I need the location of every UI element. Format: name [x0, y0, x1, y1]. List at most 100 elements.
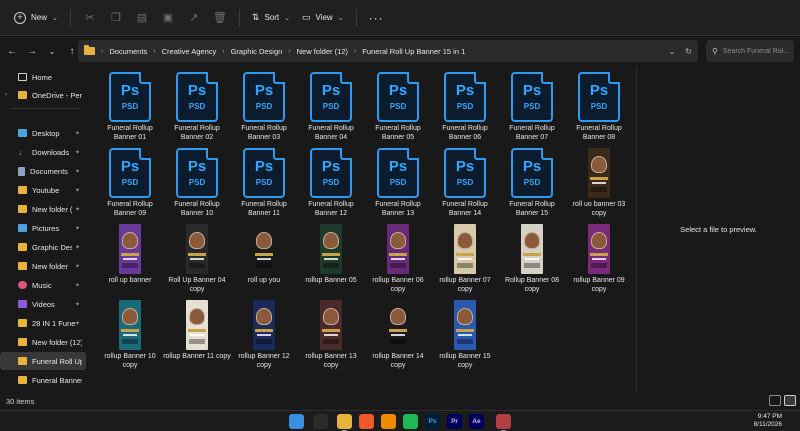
more-options-button[interactable]: ··· — [363, 6, 390, 30]
taskbar: 9:47 PM 8/11/2026 Ps Pr Ae — [0, 410, 800, 431]
details-view-button[interactable] — [769, 395, 781, 406]
sidebar-item-youtube[interactable]: Youtube ✦ — [0, 181, 86, 199]
file-item[interactable]: Ps PSD Funeral Rollup Banner 03 — [230, 70, 298, 146]
file-item[interactable]: Ps PSD Funeral Rollup Banner 13 — [364, 146, 432, 222]
vlc-icon[interactable] — [381, 414, 396, 429]
file-name: Funeral Rollup Banner 02 — [174, 125, 220, 141]
file-item[interactable]: Ps PSD Funeral Rollup Banner 07 — [498, 70, 566, 146]
sidebar-item-new-folder-12[interactable]: New folder (12) — [0, 333, 86, 351]
refresh-icon[interactable]: ↻ — [685, 47, 692, 56]
sidebar-item-funeral-banner[interactable]: Funeral Banner — [0, 371, 86, 389]
file-item[interactable]: roll up banner — [96, 222, 164, 298]
breadcrumb-new-folder-12[interactable]: New folder (12) — [297, 47, 348, 56]
view-button[interactable]: ▭ View ⌄ — [296, 6, 350, 30]
file-item[interactable]: rollup Banner 06 copy — [364, 222, 432, 298]
sidebar-item-funeral-roll-up[interactable]: Funeral Roll Up — [0, 352, 86, 370]
file-item[interactable]: rollup Banner 09 copy — [565, 222, 633, 298]
file-explorer-icon[interactable] — [337, 414, 352, 431]
file-name: Funeral Rollup Banner 13 — [375, 201, 421, 217]
breadcrumb-documents[interactable]: Documents — [109, 47, 147, 56]
file-item[interactable]: Ps PSD Funeral Rollup Banner 05 — [364, 70, 432, 146]
photoshop-icon[interactable]: Ps — [425, 414, 440, 429]
pin-icon: ✦ — [74, 282, 80, 289]
search-input[interactable] — [722, 47, 791, 55]
recent-dropdown[interactable]: ⌄ — [42, 40, 62, 62]
file-item[interactable]: rollup Banner 10 copy — [96, 298, 164, 374]
system-clock[interactable]: 9:47 PM 8/11/2026 — [754, 413, 782, 429]
file-item[interactable]: Ps PSD Funeral Rollup Banner 15 — [498, 146, 566, 222]
cut-button[interactable]: ✂ — [77, 6, 103, 30]
breadcrumb-current-folder[interactable]: Funeral Roll Up Banner 15 in 1 — [362, 47, 465, 56]
sidebar-item-new-folder-2[interactable]: New folder (2) ✦ — [0, 200, 86, 218]
file-item[interactable]: Ps PSD Funeral Rollup Banner 08 — [565, 70, 633, 146]
file-item[interactable]: Ps PSD Funeral Rollup Banner 04 — [297, 70, 365, 146]
forward-button[interactable]: → — [22, 40, 42, 62]
delete-button[interactable]: 🗑 — [207, 6, 233, 30]
sidebar-item-label: 28 IN 1 Funeral — [32, 318, 76, 328]
file-name: roll up you — [247, 277, 281, 284]
file-item[interactable]: Roll Up Banner 04 copy — [163, 222, 231, 298]
file-item[interactable]: rollup Banner 15 copy — [431, 298, 499, 374]
sidebar-item-home[interactable]: Home — [0, 68, 86, 86]
search-icon[interactable] — [313, 414, 328, 429]
banner-thumbnail-image — [588, 148, 610, 198]
file-item[interactable]: roll uo banner 03 copy — [565, 146, 633, 222]
breadcrumb-creative-agency[interactable]: Creative Agency — [162, 47, 217, 56]
file-item[interactable]: Ps PSD Funeral Rollup Banner 11 — [230, 146, 298, 222]
app-icon[interactable] — [496, 414, 511, 431]
sidebar-item-28-in-1-funeral[interactable]: 28 IN 1 Funeral ✦ — [0, 314, 86, 332]
search-box[interactable]: ⚲ — [706, 40, 794, 62]
file-thumbnail — [374, 222, 422, 274]
file-item[interactable]: rollup Banner 14 copy — [364, 298, 432, 374]
file-item[interactable]: rollup Banner 07 copy — [431, 222, 499, 298]
file-item[interactable]: Ps PSD Funeral Rollup Banner 12 — [297, 146, 365, 222]
rename-button[interactable]: ▣ — [155, 6, 181, 30]
downloads-icon: ↓ — [18, 147, 23, 157]
file-item[interactable]: rollup Banner 11 copy — [163, 298, 231, 374]
sidebar-item-videos[interactable]: Videos ✦ — [0, 295, 86, 313]
sidebar-item-new-folder[interactable]: New folder ✦ — [0, 257, 86, 275]
sidebar-item-graphic-design[interactable]: Graphic Design ✦ — [0, 238, 86, 256]
sidebar-item-desktop[interactable]: Desktop ✦ — [0, 124, 86, 142]
sidebar-item-documents[interactable]: Documents ✦ — [0, 162, 86, 180]
file-thumbnail: Ps PSD — [575, 70, 623, 122]
file-item[interactable]: rollup Banner 13 copy — [297, 298, 365, 374]
divider — [355, 8, 357, 27]
copy-button[interactable]: ❐ — [103, 6, 129, 30]
file-thumbnail: Ps PSD — [240, 146, 288, 198]
file-item[interactable]: Ps PSD Funeral Rollup Banner 01 — [96, 70, 164, 146]
folder-icon — [18, 262, 27, 270]
chevron-right-icon[interactable]: › — [5, 92, 7, 98]
sidebar-item-onedrive[interactable]: › OneDrive - Personal — [0, 86, 86, 104]
chevron-down-icon[interactable]: ⌄ — [669, 47, 676, 56]
file-item[interactable]: Ps PSD Funeral Rollup Banner 14 — [431, 146, 499, 222]
sidebar-item-pictures[interactable]: Pictures ✦ — [0, 219, 86, 237]
sidebar-item-music[interactable]: Music ✦ — [0, 276, 86, 294]
after-effects-icon[interactable]: Ae — [469, 414, 484, 429]
premiere-icon[interactable]: Pr — [447, 414, 462, 429]
sidebar-item-label: OneDrive - Personal — [32, 90, 82, 100]
large-icons-view-button[interactable] — [784, 395, 796, 406]
file-item[interactable]: Ps PSD Funeral Rollup Banner 02 — [163, 70, 231, 146]
file-item[interactable]: Ps PSD Funeral Rollup Banner 09 — [96, 146, 164, 222]
file-item[interactable]: rollup Banner 05 — [297, 222, 365, 298]
new-button[interactable]: + New ⌄ — [8, 6, 64, 30]
address-bar[interactable]: › Documents › Creative Agency › Graphic … — [78, 40, 698, 62]
share-button[interactable]: ↗ — [181, 6, 207, 30]
brave-icon[interactable] — [359, 414, 374, 429]
file-item[interactable]: Ps PSD Funeral Rollup Banner 06 — [431, 70, 499, 146]
spotify-icon[interactable] — [403, 414, 418, 429]
start-icon[interactable] — [289, 414, 304, 429]
chevron-down-icon: ⌄ — [48, 46, 56, 56]
breadcrumb-graphic-design[interactable]: Graphic Design — [231, 47, 283, 56]
sort-button[interactable]: ⇅ Sort ⌄ — [246, 6, 296, 30]
paste-button[interactable]: ▤ — [129, 6, 155, 30]
file-item[interactable]: rollup Banner 12 copy — [230, 298, 298, 374]
folder-icon — [18, 357, 27, 365]
sidebar-item-downloads[interactable]: ↓ Downloads ✦ — [0, 143, 86, 161]
file-item[interactable]: Rollup Banner 08 copy — [498, 222, 566, 298]
file-item[interactable]: Ps PSD Funeral Rollup Banner 10 — [163, 146, 231, 222]
back-button[interactable]: ← — [2, 40, 22, 62]
sidebar-item-label: Graphic Design — [32, 242, 72, 252]
file-item[interactable]: roll up you — [230, 222, 298, 298]
